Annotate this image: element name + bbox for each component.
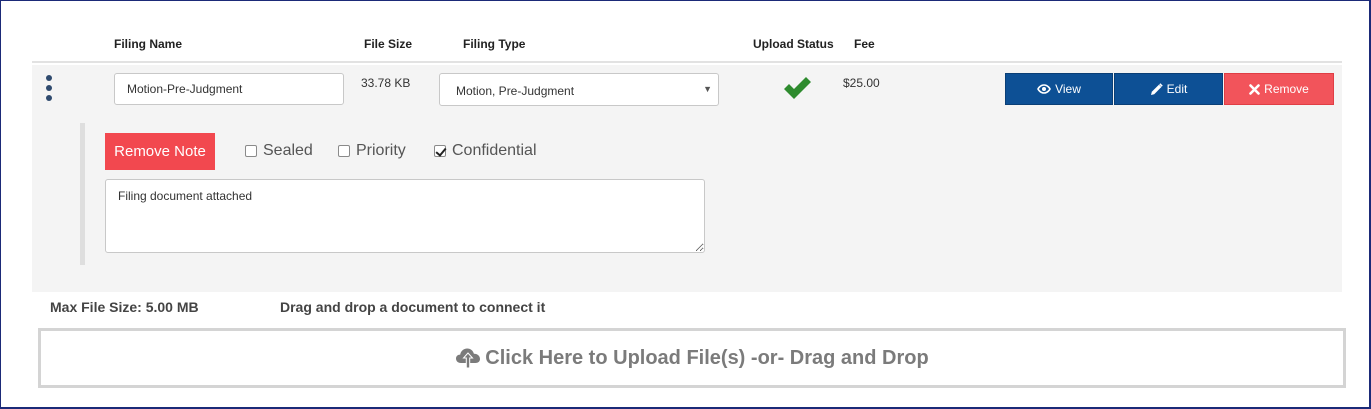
file-size-value: 33.78 KB [361,76,411,90]
priority-label: Priority [356,142,406,159]
confidential-checkbox[interactable]: Confidential [434,142,537,160]
upload-dropzone-label: Click Here to Upload File(s) -or- Drag a… [485,346,929,369]
eye-icon [1037,84,1051,94]
header-fee: Fee [854,37,875,51]
close-icon [1249,83,1260,95]
checkmark-icon [782,75,812,101]
note-section: Remove Note Sealed Priority Confidential… [80,123,720,265]
sealed-label: Sealed [263,142,313,159]
filing-type-select[interactable]: Motion, Pre-Judgment ▼ [439,73,719,106]
confidential-checkbox-box[interactable] [434,145,446,157]
priority-checkbox-box[interactable] [338,145,350,157]
kebab-menu-icon[interactable] [44,75,54,103]
sealed-checkbox-box[interactable] [245,145,257,157]
confidential-label: Confidential [452,142,537,159]
header-file-size: File Size [364,37,413,51]
fee-value: $25.00 [843,76,880,90]
filing-name-input[interactable] [114,73,344,105]
header-upload-status: Upload Status [753,37,834,51]
remove-button[interactable]: Remove [1224,73,1334,105]
edit-button-label: Edit [1166,82,1188,96]
view-button[interactable]: View [1005,73,1113,105]
caret-down-icon: ▼ [703,84,712,94]
header-filing-name: Filing Name [114,37,183,51]
table-row: 33.78 KB Motion, Pre-Judgment ▼ $25.00 V… [32,65,1342,292]
upload-dropzone[interactable]: Click Here to Upload File(s) -or- Drag a… [38,328,1346,388]
header-filing-type: Filing Type [463,37,526,51]
max-file-size-label: Max File Size: 5.00 MB [50,299,199,315]
pencil-icon [1150,82,1163,95]
view-button-label: View [1055,82,1081,96]
note-textarea[interactable]: Filing document attached [105,179,705,253]
sealed-checkbox[interactable]: Sealed [245,142,313,160]
remove-button-label: Remove [1264,82,1309,96]
priority-checkbox[interactable]: Priority [338,142,406,160]
remove-note-button[interactable]: Remove Note [105,133,215,170]
filing-panel: Filing Name File Size Filing Type Upload… [0,0,1371,409]
drag-hint-label: Drag and drop a document to connect it [280,299,546,315]
filing-type-selected: Motion, Pre-Judgment [456,84,575,98]
table-header: Filing Name File Size Filing Type Upload… [32,29,1342,63]
edit-button[interactable]: Edit [1114,73,1223,105]
cloud-upload-icon [456,348,481,369]
